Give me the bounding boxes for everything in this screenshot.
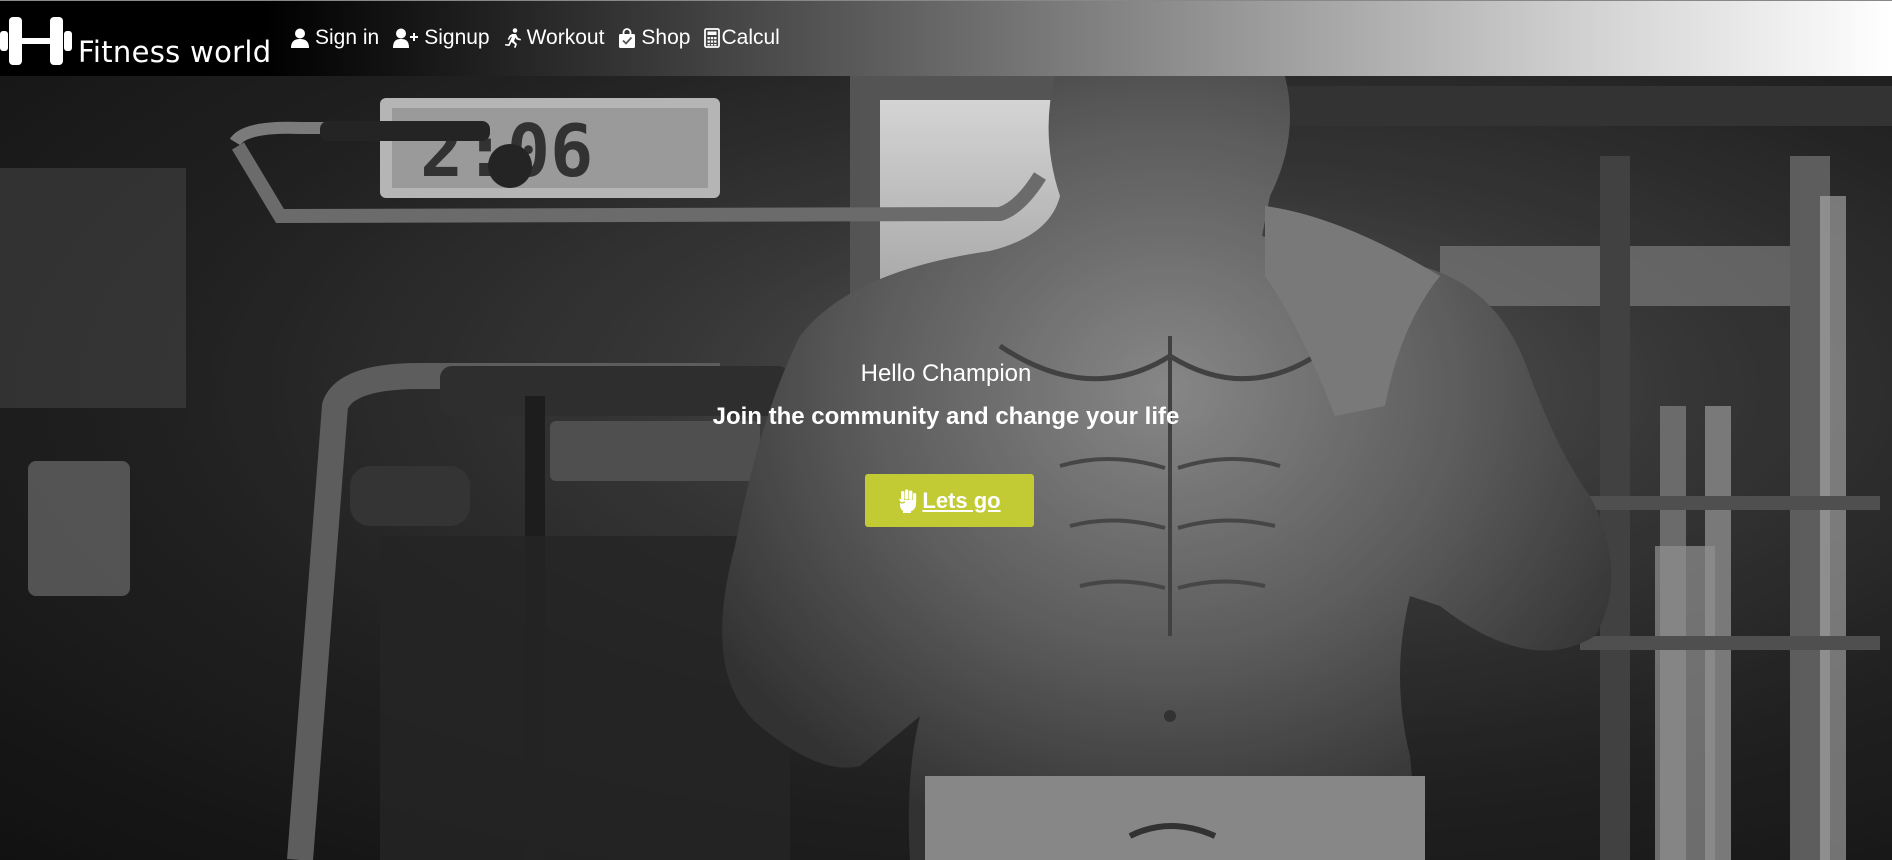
nav-workout-label: Workout xyxy=(526,26,605,49)
shopping-bag-icon xyxy=(618,28,636,48)
nav-calcul-link[interactable]: Calcul xyxy=(704,26,780,50)
nav-workout-link[interactable]: Workout xyxy=(504,26,605,50)
lets-go-label: Lets go xyxy=(922,487,1001,513)
gym-background-image: 2:06 xyxy=(0,76,1892,860)
hero-greeting: Hello Champion xyxy=(860,360,1032,387)
nav-signup-label: Signup xyxy=(424,26,490,49)
hero-section: 2:06 xyxy=(0,76,1892,860)
calculator-icon xyxy=(704,28,721,48)
nav-shop-link[interactable]: Shop xyxy=(618,26,690,50)
fist-icon xyxy=(898,489,918,513)
nav-calcul-label: Calcul xyxy=(721,26,780,49)
dumbbell-logo-icon xyxy=(0,17,72,65)
lets-go-button[interactable]: Lets go xyxy=(865,474,1034,527)
hero-tagline: Join the community and change your life xyxy=(712,403,1180,430)
brand[interactable]: Fitness world xyxy=(0,7,280,73)
top-navbar: Fitness world Sign in Signup Workout Sho… xyxy=(0,0,1892,76)
running-person-icon xyxy=(504,28,522,48)
nav-signup-link[interactable]: Signup xyxy=(393,26,490,50)
user-icon xyxy=(290,28,310,48)
nav-shop-label: Shop xyxy=(641,26,691,49)
brand-name: Fitness world xyxy=(78,35,272,69)
user-plus-icon xyxy=(393,28,419,48)
nav-links: Sign in Signup Workout Shop Calcul xyxy=(290,26,794,50)
nav-signin-link[interactable]: Sign in xyxy=(290,26,379,50)
nav-signin-label: Sign in xyxy=(315,26,380,49)
